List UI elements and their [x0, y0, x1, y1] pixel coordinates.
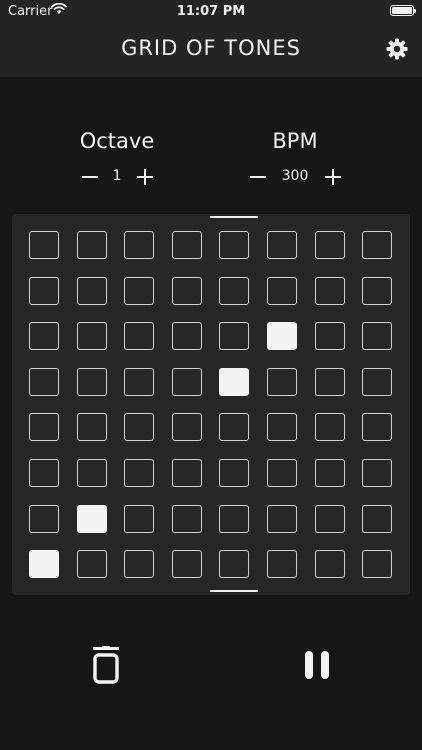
grid-cell-r7-c3[interactable]: [171, 550, 202, 579]
grid-cell-r1-c1[interactable]: [76, 276, 107, 305]
grid-cell-r2-c6[interactable]: [314, 322, 345, 351]
grid-cell-r1-c6[interactable]: [314, 276, 345, 305]
grid-cell-r4-c0[interactable]: [29, 413, 59, 442]
status-bar: Carrier 11:07 PM: [0, 0, 422, 24]
grid-cell-r2-c1[interactable]: [76, 322, 107, 351]
bpm-label: BPM: [272, 129, 318, 153]
grid-cell-r1-c4[interactable]: [219, 276, 250, 305]
grid-cell-r5-c5[interactable]: [267, 459, 297, 487]
plus-icon: [325, 169, 341, 185]
battery-icon: [390, 5, 416, 16]
pause-button[interactable]: [303, 650, 331, 680]
bpm-value: 300: [281, 168, 309, 184]
grid-cell-r4-c7[interactable]: [362, 413, 393, 442]
grid-cell-r7-c0[interactable]: [29, 550, 59, 579]
grid-cell-r7-c7[interactable]: [362, 550, 393, 579]
top-resize-handle[interactable]: [210, 216, 258, 218]
grid-cell-r3-c6[interactable]: [314, 367, 345, 396]
grid-cell-r3-c7[interactable]: [362, 367, 393, 396]
minus-icon: [250, 176, 266, 178]
grid-cell-r5-c1[interactable]: [76, 459, 107, 487]
grid-cell-r5-c7[interactable]: [362, 459, 393, 487]
grid-cell-r0-c6[interactable]: [314, 231, 345, 259]
status-time: 11:07 PM: [176, 4, 246, 19]
grid-cell-r0-c2[interactable]: [124, 231, 155, 259]
grid-cell-r6-c7[interactable]: [362, 504, 393, 533]
grid-cell-r5-c0[interactable]: [29, 459, 59, 487]
grid-cell-r6-c1[interactable]: [76, 504, 107, 533]
grid-cell-r3-c4[interactable]: [219, 367, 250, 396]
grid-cell-r1-c7[interactable]: [362, 276, 393, 305]
grid-cell-r3-c0[interactable]: [29, 367, 59, 396]
grid-cell-r1-c0[interactable]: [29, 276, 59, 305]
grid-cell-r7-c5[interactable]: [267, 550, 297, 579]
grid-cell-r7-c2[interactable]: [124, 550, 155, 579]
grid-cell-r4-c6[interactable]: [314, 413, 345, 442]
grid-cell-r0-c1[interactable]: [76, 231, 107, 259]
trash-icon: [93, 646, 119, 684]
page-title: GRID OF TONES: [121, 36, 301, 60]
grid-cell-r6-c0[interactable]: [29, 504, 59, 533]
grid-cell-r4-c1[interactable]: [76, 413, 107, 442]
grid-cell-r6-c2[interactable]: [124, 504, 155, 533]
grid-cell-r2-c0[interactable]: [29, 322, 59, 351]
octave-increment-button[interactable]: [133, 165, 157, 189]
grid-cell-r5-c4[interactable]: [219, 459, 250, 487]
grid-cell-r4-c3[interactable]: [171, 413, 202, 442]
octave-label: Octave: [79, 129, 155, 153]
grid-cell-r0-c7[interactable]: [362, 231, 393, 259]
grid-cell-r0-c4[interactable]: [219, 231, 250, 259]
grid-cell-r0-c5[interactable]: [267, 231, 297, 259]
grid-cell-r2-c3[interactable]: [171, 322, 202, 351]
grid-cell-r0-c3[interactable]: [171, 231, 202, 259]
grid-cell-r3-c1[interactable]: [76, 367, 107, 396]
grid-cell-r6-c3[interactable]: [171, 504, 202, 533]
octave-value: 1: [112, 168, 122, 184]
grid-cell-r6-c5[interactable]: [267, 504, 297, 533]
grid-cell-r1-c5[interactable]: [267, 276, 297, 305]
grid-cell-r5-c3[interactable]: [171, 459, 202, 487]
grid-cell-r7-c6[interactable]: [314, 550, 345, 579]
tone-grid: [12, 214, 410, 595]
grid-cell-r7-c1[interactable]: [76, 550, 107, 579]
grid-cell-r2-c2[interactable]: [124, 322, 155, 351]
grid-cell-r4-c5[interactable]: [267, 413, 297, 442]
pause-icon: [305, 651, 329, 679]
plus-icon: [137, 169, 153, 185]
grid-cell-r5-c6[interactable]: [314, 459, 345, 487]
grid-cell-r1-c2[interactable]: [124, 276, 155, 305]
bpm-increment-button[interactable]: [321, 165, 345, 189]
bpm-decrement-button[interactable]: [246, 165, 270, 189]
gear-icon[interactable]: [386, 38, 408, 60]
grid-cell-r2-c5[interactable]: [267, 322, 297, 351]
grid-cell-r5-c2[interactable]: [124, 459, 155, 487]
nav-bar: GRID OF TONES: [0, 24, 422, 77]
grid-cell-r2-c7[interactable]: [362, 322, 393, 351]
grid-cell-r0-c0[interactable]: [29, 231, 59, 259]
grid-cell-r4-c4[interactable]: [219, 413, 250, 442]
grid-cell-r4-c2[interactable]: [124, 413, 155, 442]
grid-cell-r7-c4[interactable]: [219, 550, 250, 579]
clear-button[interactable]: [92, 646, 120, 684]
grid-cell-r6-c4[interactable]: [219, 504, 250, 533]
grid-cell-r6-c6[interactable]: [314, 504, 345, 533]
grid-cell-r3-c5[interactable]: [267, 367, 297, 396]
bottom-resize-handle[interactable]: [210, 590, 258, 592]
grid-cell-r3-c2[interactable]: [124, 367, 155, 396]
grid-cell-r2-c4[interactable]: [219, 322, 250, 351]
grid-cell-r3-c3[interactable]: [171, 367, 202, 396]
grid-cell-r1-c3[interactable]: [171, 276, 202, 305]
